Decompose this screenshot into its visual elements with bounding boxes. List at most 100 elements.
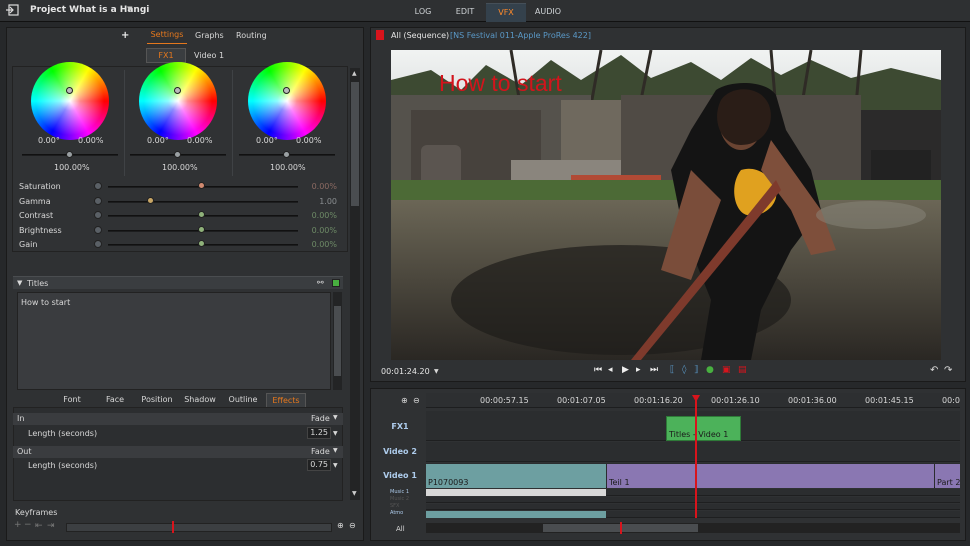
- redo-icon[interactable]: ↷: [944, 365, 952, 376]
- subtab-video1[interactable]: Video 1: [194, 51, 224, 60]
- sequence-label[interactable]: All (Sequence): [391, 31, 449, 40]
- saturation-reset-icon[interactable]: [94, 182, 102, 190]
- gamma-slider[interactable]: [108, 201, 298, 203]
- gain-knob[interactable]: [198, 240, 205, 247]
- color-wheel-highlights[interactable]: [248, 62, 326, 140]
- timeline-zoom-out-icon[interactable]: ⊖: [413, 396, 420, 405]
- tab-graphs[interactable]: Graphs: [195, 31, 224, 40]
- wheel-shadows-level-knob[interactable]: [66, 151, 73, 158]
- contrast-knob[interactable]: [198, 211, 205, 218]
- titles-collapse-icon[interactable]: ▼: [17, 279, 22, 287]
- out-mode-select[interactable]: Fade: [311, 447, 330, 456]
- wheel-highlights-handle[interactable]: [283, 87, 290, 94]
- keyframe-playhead[interactable]: [172, 521, 174, 533]
- tab-font[interactable]: Font: [55, 393, 89, 407]
- tab-audio[interactable]: AUDIO: [528, 3, 568, 22]
- titles-text-scrollbar[interactable]: [333, 292, 342, 390]
- in-mode-select[interactable]: Fade: [311, 414, 330, 423]
- settings-scrollbar[interactable]: ▲ ▼: [350, 68, 360, 500]
- mark-in-icon[interactable]: ⟦: [670, 365, 674, 375]
- color-wheel-shadows[interactable]: [31, 62, 109, 140]
- step-forward-icon[interactable]: ▸: [636, 365, 641, 375]
- timeline-zoom-in-icon[interactable]: ⊕: [401, 396, 408, 405]
- tab-shadow[interactable]: Shadow: [181, 393, 219, 407]
- track-label-video1[interactable]: Video 1: [372, 471, 428, 480]
- subtab-fx1[interactable]: FX1: [146, 48, 186, 63]
- remove-keyframe-icon[interactable]: −: [24, 520, 32, 530]
- scroll-down-icon[interactable]: ▼: [352, 490, 357, 497]
- clip-part-2[interactable]: Part 2: [935, 464, 960, 488]
- add-keyframe-icon[interactable]: +: [14, 520, 22, 530]
- track-label-video2[interactable]: Video 2: [372, 447, 428, 456]
- exit-icon[interactable]: [6, 4, 20, 16]
- out-length-input[interactable]: 0.75: [307, 459, 331, 471]
- scroll-up-icon[interactable]: ▲: [352, 70, 357, 77]
- track-label-fx1[interactable]: FX1: [372, 422, 428, 431]
- tab-outline[interactable]: Outline: [224, 393, 262, 407]
- titles-text-input[interactable]: How to start: [17, 292, 331, 390]
- undo-icon[interactable]: ↶: [930, 365, 938, 376]
- next-keyframe-icon[interactable]: ⇥: [47, 521, 55, 531]
- out-length-stepper-icon[interactable]: ▼: [333, 462, 338, 469]
- titles-scroll-thumb[interactable]: [334, 306, 341, 376]
- clear-marks-icon[interactable]: ◊: [682, 365, 686, 375]
- mark-out-icon[interactable]: ⟧: [694, 365, 698, 375]
- tab-vfx[interactable]: VFX: [486, 3, 526, 22]
- track-label-atmo[interactable]: Atmo: [390, 510, 403, 516]
- saturation-knob[interactable]: [198, 182, 205, 189]
- color-wheel-midtones[interactable]: [139, 62, 217, 140]
- viewer-record-icon[interactable]: [376, 30, 384, 40]
- marker-icon[interactable]: ●: [706, 365, 714, 375]
- timeline-playhead-handle[interactable]: [692, 395, 700, 402]
- titles-header[interactable]: ▼ Titles ⚯: [13, 276, 343, 289]
- track-label-music1[interactable]: Music 1: [390, 489, 409, 495]
- wheel-midtones-level-knob[interactable]: [174, 151, 181, 158]
- gain-reset-icon[interactable]: [94, 240, 102, 248]
- titles-link-icon[interactable]: ⚯: [317, 278, 324, 287]
- wheel-shadows-handle[interactable]: [66, 87, 73, 94]
- gamma-reset-icon[interactable]: [94, 197, 102, 205]
- brightness-reset-icon[interactable]: [94, 226, 102, 234]
- audio-clip-music1[interactable]: [426, 489, 606, 496]
- prev-keyframe-icon[interactable]: ⇤: [35, 521, 43, 531]
- play-icon[interactable]: ▶: [622, 365, 629, 375]
- tab-settings[interactable]: Settings: [147, 30, 187, 44]
- tab-log[interactable]: LOG: [404, 3, 442, 22]
- keyframe-zoom-out-icon[interactable]: ⊖: [349, 521, 356, 530]
- keyframe-track[interactable]: [66, 523, 332, 532]
- out-mode-dropdown-icon[interactable]: ▼: [333, 447, 338, 454]
- tab-face[interactable]: Face: [98, 393, 132, 407]
- add-button[interactable]: +: [121, 30, 129, 41]
- gamma-knob[interactable]: [147, 197, 154, 204]
- in-length-stepper-icon[interactable]: ▼: [333, 430, 338, 437]
- tab-edit[interactable]: EDIT: [446, 3, 484, 22]
- overwrite-icon[interactable]: ▤: [738, 365, 747, 375]
- audio-clip-atmo[interactable]: [426, 511, 606, 518]
- titles-enable-icon[interactable]: [332, 279, 340, 287]
- contrast-reset-icon[interactable]: [94, 211, 102, 219]
- keyframe-zoom-in-icon[interactable]: ⊕: [337, 521, 344, 530]
- timecode-dropdown-icon[interactable]: ▼: [434, 368, 439, 375]
- clip-p1070093[interactable]: P1070093: [426, 464, 606, 488]
- clip-titles[interactable]: Titles - Video 1: [666, 416, 741, 441]
- track-label-music2[interactable]: Music 2: [390, 496, 409, 502]
- timeline-playhead[interactable]: [695, 396, 697, 518]
- step-back-icon[interactable]: ◂: [608, 365, 613, 375]
- wheel-midtones-handle[interactable]: [174, 87, 181, 94]
- all-tracks-button[interactable]: All: [396, 525, 405, 533]
- in-mode-dropdown-icon[interactable]: ▼: [333, 414, 338, 421]
- project-dropdown-icon[interactable]: ▼: [127, 5, 132, 13]
- scroll-thumb[interactable]: [351, 82, 359, 206]
- go-to-start-icon[interactable]: ⏮: [594, 365, 602, 375]
- tab-position[interactable]: Position: [138, 393, 176, 407]
- in-length-input[interactable]: 1.25: [307, 427, 331, 439]
- go-to-end-icon[interactable]: ⏭: [650, 365, 658, 375]
- clip-teil-1[interactable]: Teil 1: [607, 464, 934, 488]
- viewer-timecode[interactable]: 00:01:24.20: [381, 367, 430, 376]
- tab-routing[interactable]: Routing: [236, 31, 267, 40]
- wheel-highlights-level-knob[interactable]: [283, 151, 290, 158]
- brightness-knob[interactable]: [198, 226, 205, 233]
- track-label-sfx[interactable]: SFX: [390, 503, 399, 509]
- tab-effects[interactable]: Effects: [266, 393, 306, 407]
- insert-icon[interactable]: ▣: [722, 365, 731, 375]
